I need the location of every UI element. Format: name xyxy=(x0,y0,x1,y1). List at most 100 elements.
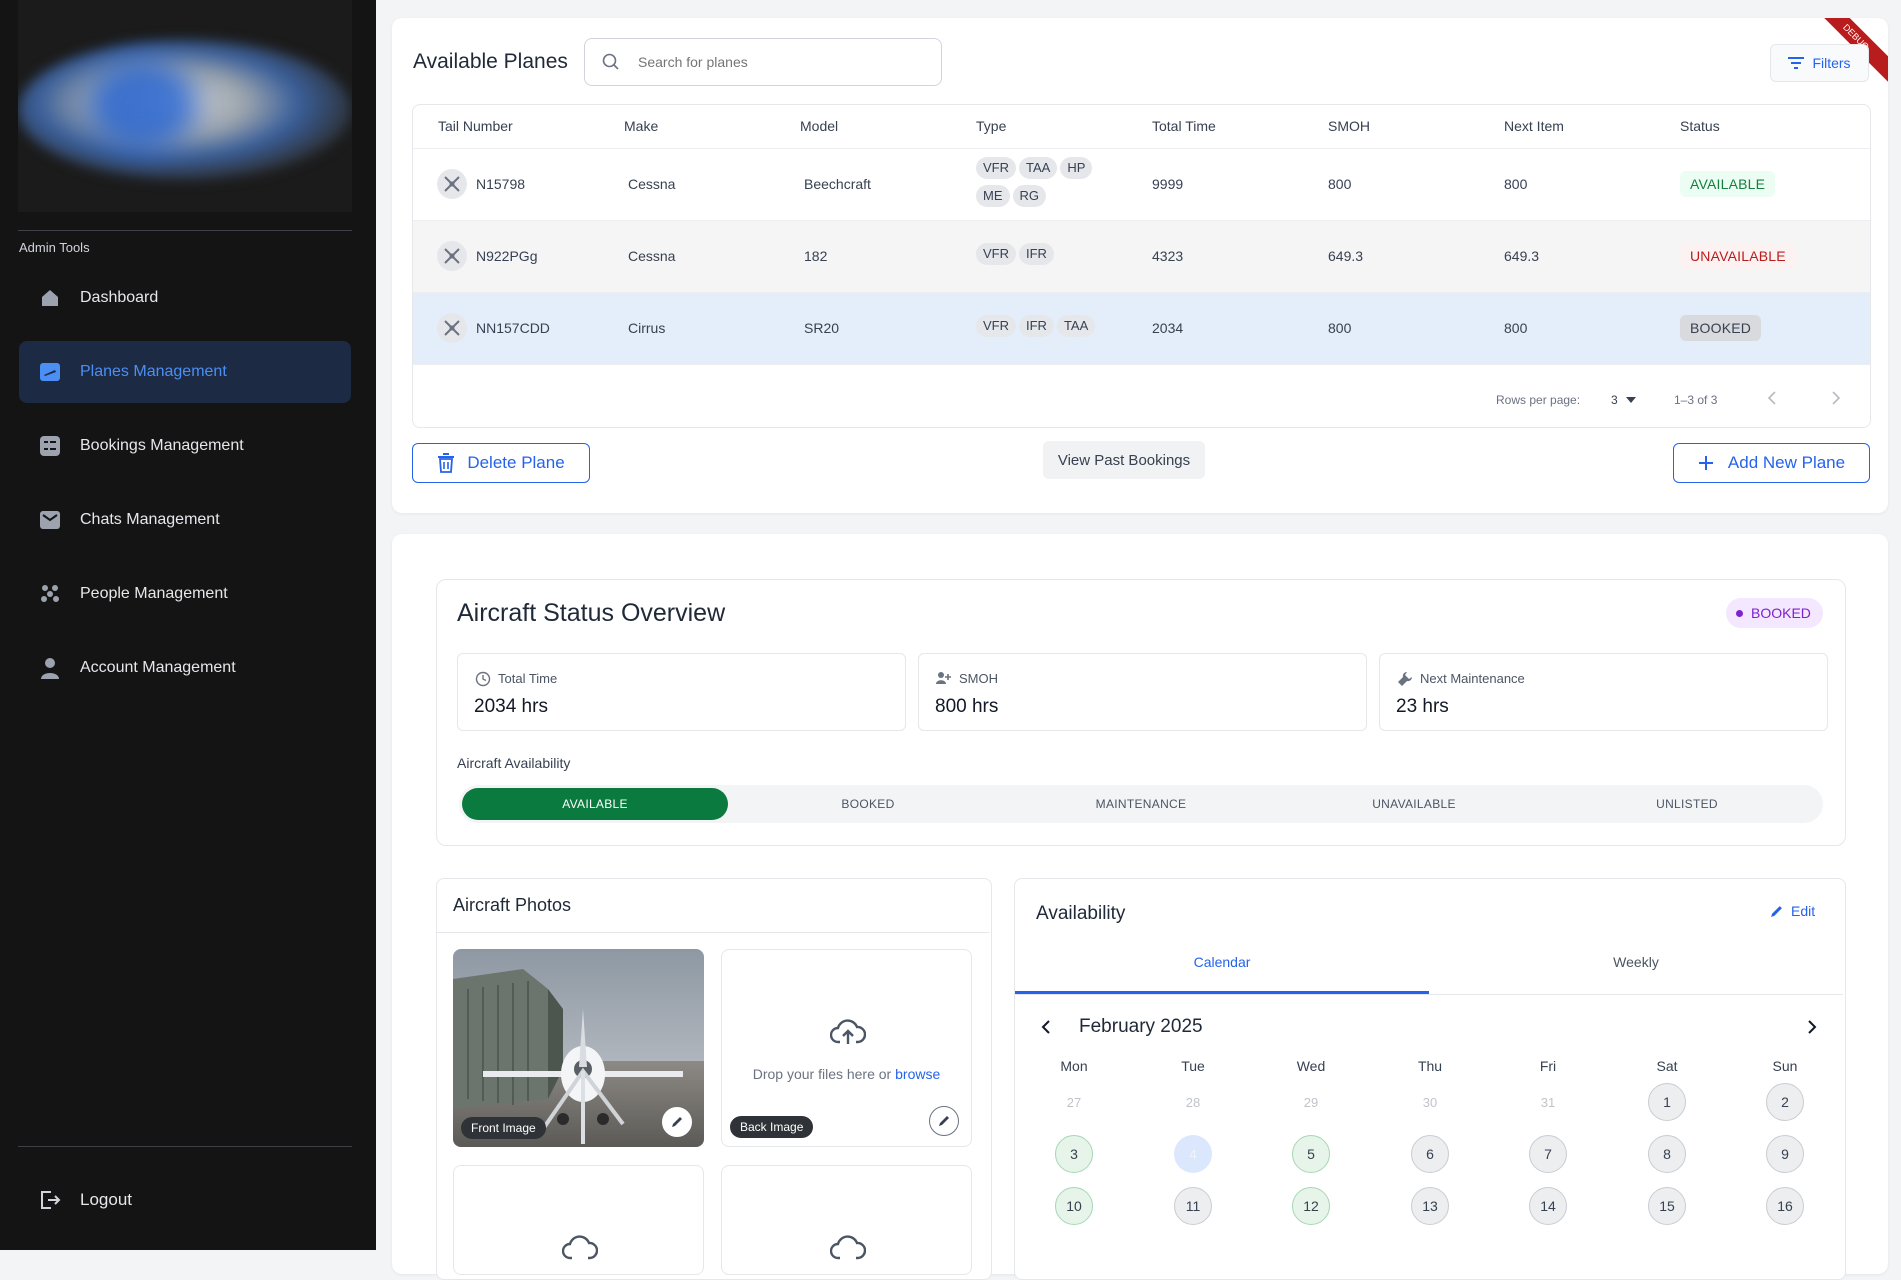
calendar-day[interactable]: 13 xyxy=(1411,1187,1449,1225)
back-image-dropzone[interactable]: Drop your files here or browse Back Imag… xyxy=(721,949,972,1147)
cell-tail-number: N15798 xyxy=(476,176,526,192)
stat-label: SMOH xyxy=(959,671,998,686)
delete-plane-button[interactable]: Delete Plane xyxy=(412,443,590,483)
column-header-make[interactable]: Make xyxy=(624,105,658,148)
table-row[interactable]: N922PGg Cessna 182 VFR IFR 4323 649.3 649… xyxy=(413,220,1870,292)
view-past-bookings-button[interactable]: View Past Bookings xyxy=(1043,441,1205,479)
filter-icon xyxy=(1788,57,1805,69)
calendar-day[interactable]: 2 xyxy=(1766,1083,1804,1121)
availability-option-available[interactable]: AVAILABLE xyxy=(462,788,728,820)
calendar-day[interactable]: 5 xyxy=(1292,1135,1330,1173)
calendar-day[interactable]: 9 xyxy=(1766,1135,1804,1173)
divider xyxy=(1015,994,1843,995)
type-chip: TAA xyxy=(1056,315,1096,337)
tab-weekly[interactable]: Weekly xyxy=(1429,954,1843,994)
edit-availability-button[interactable]: Edit xyxy=(1770,903,1815,919)
calendar-day: 27 xyxy=(1066,1094,1082,1110)
column-header-total-time[interactable]: Total Time xyxy=(1152,105,1216,148)
column-header-status[interactable]: Status xyxy=(1680,105,1720,148)
column-header-smoh[interactable]: SMOH xyxy=(1328,105,1370,148)
plane-icon xyxy=(437,241,467,271)
next-page-icon[interactable] xyxy=(1831,391,1841,408)
availability-option-unavailable[interactable]: UNAVAILABLE xyxy=(1281,788,1547,820)
column-header-type[interactable]: Type xyxy=(976,105,1006,148)
sidebar-item-bookings-management[interactable]: Bookings Management xyxy=(19,415,351,477)
cell-total-time: 9999 xyxy=(1152,176,1184,192)
trash-icon xyxy=(437,453,455,473)
previous-month-icon[interactable] xyxy=(1041,1020,1051,1034)
photo-dropzone[interactable] xyxy=(453,1165,704,1275)
calendar-day: 30 xyxy=(1422,1094,1438,1110)
cell-type: VFR IFR xyxy=(976,243,1126,271)
column-header-tail-number[interactable]: Tail Number xyxy=(438,105,513,148)
previous-page-icon[interactable] xyxy=(1767,391,1777,408)
type-chip: VFR xyxy=(976,315,1016,337)
edit-label: Edit xyxy=(1791,903,1816,919)
sidebar-item-label: Chats Management xyxy=(80,511,220,528)
planes-table: Tail Number Make Model Type Total Time S… xyxy=(412,104,1871,428)
calendar-day[interactable]: 4 xyxy=(1174,1135,1212,1173)
sidebar-item-account-management[interactable]: Account Management xyxy=(19,637,351,699)
filters-button[interactable]: Filters xyxy=(1770,44,1869,82)
cell-type: VFR TAA HP ME RG xyxy=(976,157,1126,213)
plane-icon xyxy=(437,169,467,199)
calendar-day[interactable]: 15 xyxy=(1648,1187,1686,1225)
add-new-plane-button[interactable]: Add New Plane xyxy=(1673,443,1870,483)
search-input[interactable] xyxy=(636,53,920,71)
availability-option-unlisted[interactable]: UNLISTED xyxy=(1554,788,1820,820)
calendar-day[interactable]: 8 xyxy=(1648,1135,1686,1173)
chat-icon xyxy=(39,509,61,531)
tab-calendar[interactable]: Calendar xyxy=(1015,954,1429,994)
type-chip: VFR xyxy=(976,157,1016,179)
sidebar-item-dashboard[interactable]: Dashboard xyxy=(19,267,351,329)
sidebar-item-people-management[interactable]: People Management xyxy=(19,563,351,625)
weekday-header: Sun xyxy=(1772,1058,1798,1074)
table-row[interactable]: NN157CDD Cirrus SR20 VFR IFR TAA 2034 800 … xyxy=(413,292,1870,364)
sidebar-item-label: Planes Management xyxy=(80,363,227,380)
search-box[interactable] xyxy=(584,38,942,86)
calendar-day[interactable]: 10 xyxy=(1055,1187,1093,1225)
edit-front-image-button[interactable] xyxy=(662,1107,692,1137)
calendar-day[interactable]: 1 xyxy=(1648,1083,1686,1121)
calendar-day[interactable]: 16 xyxy=(1766,1187,1804,1225)
sidebar-section-label: Admin Tools xyxy=(19,240,90,255)
front-image[interactable]: Front Image xyxy=(453,949,704,1147)
sidebar-item-planes-management[interactable]: Planes Management xyxy=(19,341,351,403)
stat-total-time: Total Time 2034 hrs xyxy=(457,653,906,731)
cell-make: Cessna xyxy=(628,248,676,264)
column-header-next-item[interactable]: Next Item xyxy=(1504,105,1564,148)
front-image-label: Front Image xyxy=(461,1117,546,1139)
type-chip: ME xyxy=(976,185,1010,207)
calendar-day[interactable]: 6 xyxy=(1411,1135,1449,1173)
engine-icon xyxy=(936,671,952,687)
column-header-model[interactable]: Model xyxy=(800,105,838,148)
pagination-range: 1–3 of 3 xyxy=(1674,393,1718,407)
browse-link[interactable]: browse xyxy=(895,1066,940,1082)
plane-icon xyxy=(437,313,467,343)
availability-option-maintenance[interactable]: MAINTENANCE xyxy=(1008,788,1274,820)
type-chip: HP xyxy=(1060,157,1093,179)
chevron-down-icon xyxy=(1625,397,1636,403)
cell-smoh: 649.3 xyxy=(1328,248,1364,264)
sidebar: Admin Tools Dashboard Planes Management … xyxy=(0,0,376,1250)
calendar-day[interactable]: 11 xyxy=(1174,1187,1212,1225)
availability-option-booked[interactable]: BOOKED xyxy=(735,788,1001,820)
edit-back-image-button[interactable] xyxy=(929,1106,959,1136)
rows-per-page-select[interactable]: 3 xyxy=(1611,393,1636,407)
calendar-day[interactable]: 3 xyxy=(1055,1135,1093,1173)
stat-next-maintenance: Next Maintenance 23 hrs xyxy=(1379,653,1828,731)
overview-title: Aircraft Status Overview xyxy=(457,599,726,627)
photo-dropzone[interactable] xyxy=(721,1165,972,1275)
cloud-upload-icon xyxy=(830,1234,866,1262)
sidebar-item-chats-management[interactable]: Chats Management xyxy=(19,489,351,551)
table-row[interactable]: N15798 Cessna Beechcraft VFR TAA HP ME RG 99… xyxy=(413,148,1870,220)
cell-total-time: 4323 xyxy=(1152,248,1184,264)
search-icon xyxy=(602,53,620,71)
calendar-day[interactable]: 14 xyxy=(1529,1187,1567,1225)
cell-model: 182 xyxy=(804,248,828,264)
table-pagination: Rows per page: 3 1–3 of 3 xyxy=(413,364,1870,427)
calendar-day[interactable]: 12 xyxy=(1292,1187,1330,1225)
calendar-day[interactable]: 7 xyxy=(1529,1135,1567,1173)
next-month-icon[interactable] xyxy=(1807,1020,1817,1034)
logout-button[interactable]: Logout xyxy=(19,1169,351,1231)
